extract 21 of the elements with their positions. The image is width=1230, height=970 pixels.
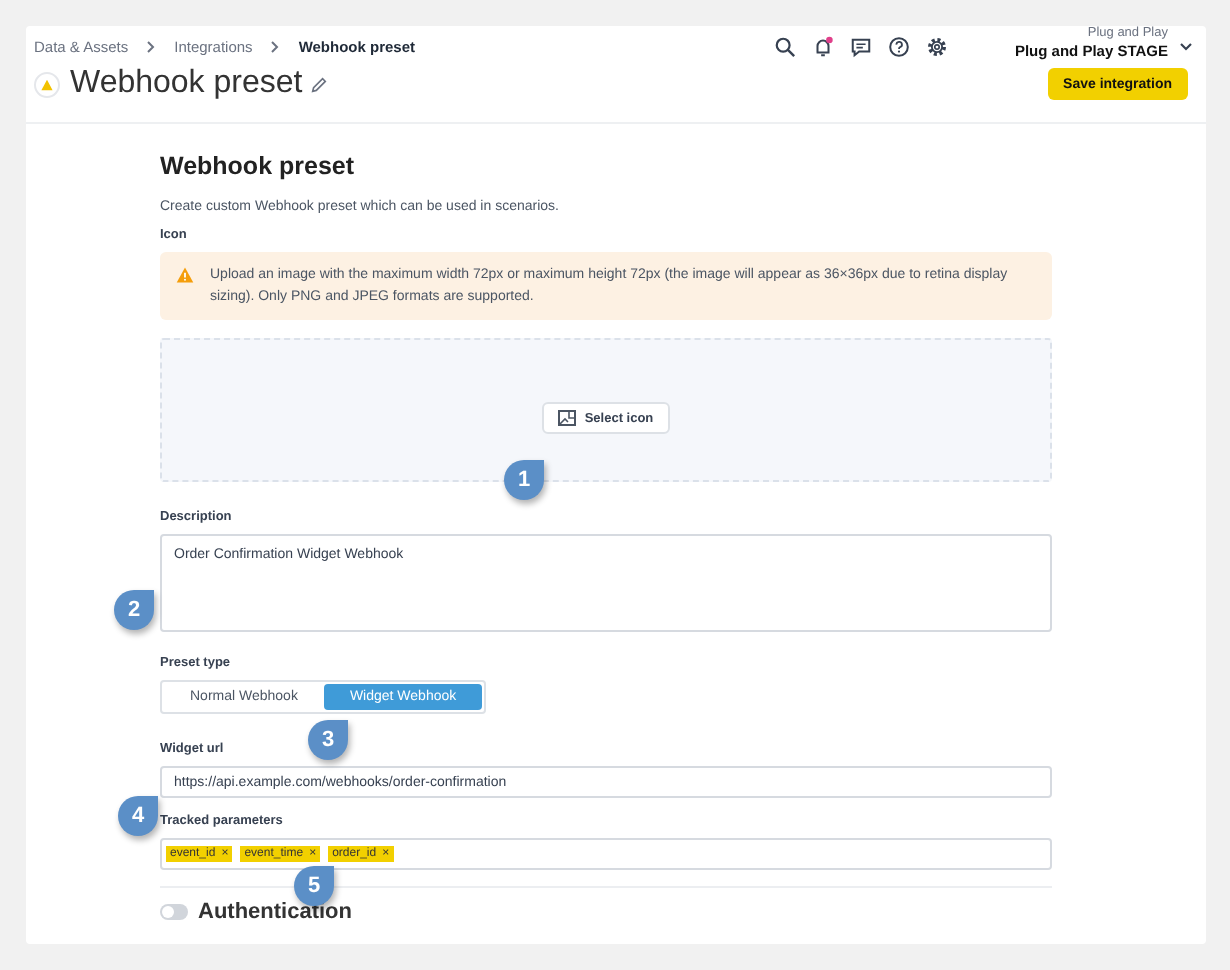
- step-marker: 4: [118, 796, 158, 836]
- settings-icon[interactable]: [926, 35, 949, 57]
- authentication-toggle[interactable]: [160, 904, 188, 920]
- integration-icon: [34, 71, 60, 97]
- chat-icon[interactable]: [850, 35, 873, 57]
- chevron-down-icon[interactable]: [1178, 38, 1194, 54]
- pencil-icon[interactable]: [310, 75, 329, 93]
- step-marker: 1: [504, 460, 544, 500]
- chevron-icon: [270, 39, 281, 53]
- step-marker: 5: [294, 866, 334, 906]
- step-marker: 3: [308, 720, 348, 760]
- chevron-icon: [146, 39, 157, 53]
- step-marker: 2: [114, 590, 154, 630]
- page-title: Webhook preset: [70, 66, 303, 102]
- search-icon[interactable]: [774, 35, 797, 57]
- form-heading: Webhook preset: [160, 152, 357, 180]
- bell-icon[interactable]: [812, 35, 835, 57]
- section-title: Authentication: [198, 900, 352, 924]
- help-icon[interactable]: [888, 35, 911, 57]
- image-icon: [558, 410, 577, 426]
- warning-icon: [176, 266, 194, 284]
